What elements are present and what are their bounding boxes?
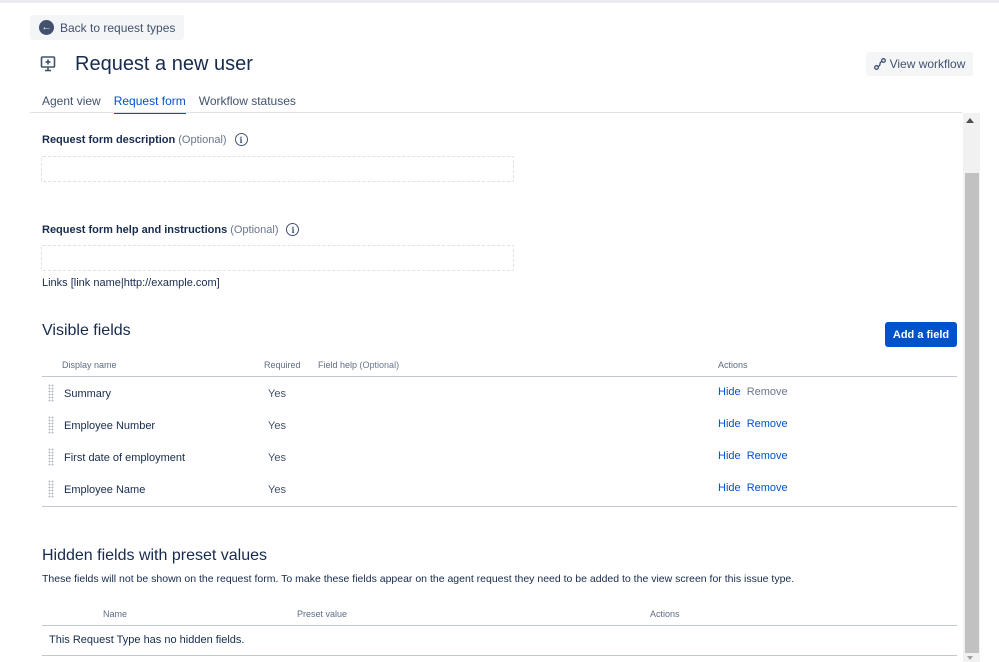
- drag-handle-icon[interactable]: [48, 480, 54, 498]
- row-actions: Hide Remove: [718, 450, 788, 462]
- empty-hidden-fields-message: This Request Type has no hidden fields.: [49, 634, 245, 646]
- table-header-divider: [42, 376, 957, 377]
- visible-fields-heading: Visible fields: [42, 322, 131, 339]
- drag-handle-icon[interactable]: [48, 384, 54, 402]
- remove-link[interactable]: Remove: [747, 482, 788, 494]
- col-field-help-text: Field help: [318, 360, 358, 370]
- help-optional: (Optional): [230, 223, 279, 236]
- page-title: Request a new user: [75, 53, 253, 75]
- hide-link[interactable]: Hide: [718, 386, 741, 398]
- scrollbar-thumb[interactable]: [965, 173, 979, 653]
- drag-handle-icon[interactable]: [48, 416, 54, 434]
- tab-agent-view[interactable]: Agent view: [42, 94, 101, 114]
- hide-link[interactable]: Hide: [718, 418, 741, 430]
- table-row: Employee Number Yes Hide Remove: [42, 410, 957, 442]
- table-bottom-divider: [42, 506, 957, 507]
- col-actions: Actions: [718, 360, 748, 370]
- hidden-table-header-divider: [42, 625, 957, 626]
- description-input[interactable]: [41, 156, 514, 182]
- hide-link[interactable]: Hide: [718, 450, 741, 462]
- scroll-up-arrow-icon[interactable]: [966, 118, 974, 123]
- col-required: Required: [264, 360, 301, 370]
- add-field-button[interactable]: Add a field: [885, 322, 957, 347]
- top-border: [0, 0, 999, 3]
- view-workflow-button[interactable]: View workflow: [866, 52, 973, 76]
- row-actions: Hide Remove: [718, 418, 788, 430]
- info-icon[interactable]: i: [286, 223, 300, 236]
- help-instructions-label: Request form help and instructions (Opti…: [42, 223, 300, 236]
- description-optional: (Optional): [178, 133, 227, 146]
- hidden-fields-description: These fields will not be shown on the re…: [42, 573, 795, 585]
- field-name: Employee Name: [64, 484, 146, 496]
- remove-link[interactable]: Remove: [747, 418, 788, 430]
- row-actions: Hide Remove: [718, 386, 788, 398]
- links-hint: Links [link name|http://example.com]: [42, 277, 220, 289]
- col-field-help: Field help (Optional): [318, 360, 399, 370]
- table-row: Summary Yes Hide Remove: [42, 378, 957, 410]
- hidden-fields-heading: Hidden fields with preset values: [42, 547, 268, 564]
- description-label-text: Request form description: [42, 133, 176, 146]
- remove-link: Remove: [746, 386, 788, 398]
- field-required: Yes: [268, 452, 286, 464]
- drag-handle-icon[interactable]: [48, 448, 54, 466]
- field-name: Summary: [64, 388, 112, 400]
- help-label-text: Request form help and instructions: [42, 223, 228, 236]
- tabs-divider: [30, 112, 962, 113]
- tab-bar: Agent view Request form Workflow statuse…: [42, 94, 309, 114]
- field-required: Yes: [268, 484, 286, 496]
- field-name: Employee Number: [64, 420, 156, 432]
- description-label: Request form description (Optional) i: [42, 133, 248, 146]
- col-display-name: Display name: [62, 360, 117, 370]
- table-row: First date of employment Yes Hide Remove: [42, 442, 957, 474]
- col-field-help-optional: (Optional): [359, 360, 400, 370]
- col-preset-value: Preset value: [297, 609, 348, 619]
- remove-link[interactable]: Remove: [747, 450, 788, 462]
- back-button-label: Back to request types: [60, 20, 176, 35]
- hidden-table-bottom-divider: [42, 655, 957, 656]
- table-row: Employee Name Yes Hide Remove: [42, 474, 957, 506]
- tab-workflow-statuses[interactable]: Workflow statuses: [199, 94, 296, 114]
- tab-request-form[interactable]: Request form: [113, 94, 186, 114]
- help-instructions-input[interactable]: [41, 245, 514, 271]
- arrow-left-icon: ←: [39, 20, 54, 35]
- row-actions: Hide Remove: [718, 482, 788, 494]
- workflow-icon: [873, 58, 886, 70]
- col-actions: Actions: [650, 609, 680, 619]
- info-icon[interactable]: i: [234, 133, 248, 146]
- view-workflow-label: View workflow: [889, 57, 966, 71]
- field-required: Yes: [268, 388, 286, 400]
- col-name: Name: [103, 609, 128, 619]
- back-to-request-types-button[interactable]: ← Back to request types: [30, 15, 185, 40]
- field-name: First date of employment: [64, 452, 186, 464]
- monitor-plus-icon: [40, 56, 56, 72]
- field-required: Yes: [268, 420, 286, 432]
- hide-link[interactable]: Hide: [718, 482, 741, 494]
- scroll-down-arrow-icon[interactable]: [967, 656, 973, 660]
